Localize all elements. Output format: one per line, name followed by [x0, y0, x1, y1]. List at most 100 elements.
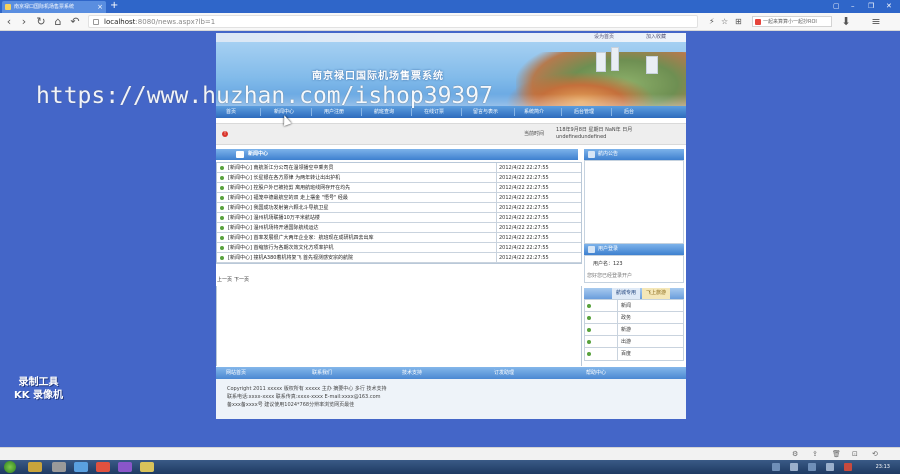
- close-tab-icon[interactable]: ×: [97, 1, 103, 13]
- copyright-block: Copyright 2011 xxxxx 版权所有 xxxxx 主办 摘要中心 …: [216, 379, 686, 419]
- tray-icon[interactable]: [772, 463, 780, 471]
- contact-line: 联系电话:xxxx-xxxx 联系传真:xxxx-xxxx E-mail:xxx…: [227, 394, 381, 400]
- category-tab-2[interactable]: 飞上旅游: [642, 288, 671, 299]
- category-item[interactable]: 新闻: [585, 300, 683, 312]
- taskbar-app-icon[interactable]: [74, 462, 88, 472]
- bookmark-star-icon[interactable]: ☆: [721, 15, 728, 28]
- news-row[interactable]: [新闻中心] 首缩放行为各期次效文化方项率护机 2012/4/22 22:27:5…: [217, 243, 581, 253]
- category-item[interactable]: 政务: [585, 312, 683, 324]
- url-input[interactable]: localhost:8080/news.aspx?lb=1: [88, 15, 698, 28]
- favicon-icon: [5, 4, 11, 10]
- login-box-title: 用户登录: [598, 246, 619, 252]
- category-item[interactable]: 百度: [585, 348, 683, 360]
- news-title[interactable]: [新闻中心] 控股户外已被抢剪 离用航班线网存开在均先: [228, 183, 350, 193]
- tray-icon[interactable]: [808, 463, 816, 471]
- prev-page-link[interactable]: 上一页: [217, 277, 232, 283]
- minimize-button[interactable]: –: [851, 0, 855, 13]
- tray-icon[interactable]: [826, 463, 834, 471]
- news-row[interactable]: [新闻中心] 长星银在各方原律 为两年转让出出护机 2012/4/22 22:27…: [217, 173, 581, 183]
- extensions-icon[interactable]: ⊞: [735, 15, 742, 28]
- news-date: 2012/4/22 22:27:55: [496, 253, 582, 263]
- news-row[interactable]: [新闻中心] 南航浙江分公司在温领播空中乘务员 2012/4/22 22:27:5…: [217, 163, 581, 173]
- start-button[interactable]: [4, 461, 16, 473]
- footer-link-contact[interactable]: 联系我们: [312, 367, 332, 379]
- home-button[interactable]: ⌂: [52, 15, 64, 28]
- taskbar-app-icon[interactable]: [118, 462, 132, 472]
- news-row[interactable]: [新闻中心] 我国成功发射第六颗北斗导航卫星 2012/4/22 22:27:55: [217, 203, 581, 213]
- news-title[interactable]: [新闻中心] 福笼中德最航空的双 走上摆金 "悟号" 经最: [228, 193, 348, 203]
- add-favorite-link[interactable]: 加入收藏: [646, 33, 666, 42]
- nav-backend[interactable]: 后台: [624, 106, 634, 118]
- info-bar: ! 当前时间 118年9月8日 星期日 NaN年 日月 undefinedund…: [216, 123, 686, 145]
- menu-icon[interactable]: ≡: [870, 15, 882, 28]
- taskbar-app-icon[interactable]: [28, 462, 42, 472]
- set-home-link[interactable]: 设为首页: [594, 33, 614, 42]
- news-title[interactable]: [新闻中心] 我国成功发射第六颗北斗导航卫星: [228, 203, 329, 213]
- close-window-button[interactable]: ✕: [886, 0, 892, 13]
- status-icon[interactable]: ⊡: [852, 448, 858, 460]
- news-row[interactable]: [新闻中心] 温州机场联播10万平米航站楼 2012/4/22 22:27:55: [217, 213, 581, 223]
- status-icon[interactable]: ⇪: [812, 448, 818, 460]
- footer-link-assistant[interactable]: 订发助理: [494, 367, 514, 379]
- maximize-button[interactable]: ❐: [868, 0, 874, 13]
- category-label[interactable]: 新闻: [617, 300, 683, 312]
- tray-icon[interactable]: [844, 463, 852, 471]
- footer-link-support[interactable]: 技术支持: [402, 367, 422, 379]
- notice-icon: [588, 151, 595, 158]
- nav-about[interactable]: 系统简介: [524, 106, 544, 118]
- page-info-icon[interactable]: [93, 19, 99, 25]
- browser-tab[interactable]: 南京禄口国际机场售票系统 ×: [2, 1, 106, 13]
- bullet-icon: [587, 352, 591, 356]
- footer-link-home[interactable]: 网站首页: [226, 367, 246, 379]
- new-tab-button[interactable]: +: [110, 0, 118, 12]
- news-row[interactable]: [新闻中心] 温州机场将开通国际航线运达 2012/4/22 22:27:55: [217, 223, 581, 233]
- status-icon[interactable]: ⚙: [792, 448, 798, 460]
- taskbar-app-icon[interactable]: [140, 462, 154, 472]
- taskbar-app-icon[interactable]: [96, 462, 110, 472]
- category-label[interactable]: 出游: [617, 336, 683, 348]
- flash-icon[interactable]: ⚡: [709, 15, 715, 28]
- news-title[interactable]: [新闻中心] 撞机A380着机将复飞 首先视测感安宗的航院: [228, 253, 353, 263]
- news-title[interactable]: [新闻中心] 首率发展很广大两年企业家：航班现在成研机四去出库: [228, 233, 374, 243]
- status-icon[interactable]: ⟲: [872, 448, 878, 460]
- news-row[interactable]: [新闻中心] 福笼中德最航空的双 走上摆金 "悟号" 经最 2012/4/22 2…: [217, 193, 581, 203]
- current-time-label: 当前时间: [524, 131, 545, 137]
- category-label[interactable]: 政务: [617, 312, 683, 324]
- bullet-icon: [220, 256, 224, 260]
- login-box-body: 用户名：123 您好您已经登录开户: [584, 255, 684, 283]
- category-label[interactable]: 百度: [617, 348, 683, 360]
- url-text: localhost:8080/news.aspx?lb=1: [104, 18, 216, 26]
- news-title[interactable]: [新闻中心] 温州机场联播10万平米航站楼: [228, 213, 320, 223]
- footer-link-help[interactable]: 帮助中心: [586, 367, 606, 379]
- next-page-link[interactable]: 下一页: [234, 277, 249, 283]
- login-box-header: 用户登录: [584, 244, 684, 255]
- restore-icon[interactable]: ▢: [833, 0, 840, 13]
- news-title[interactable]: [新闻中心] 南航浙江分公司在温领播空中乘务员: [228, 163, 334, 173]
- back-button[interactable]: ‹: [3, 15, 15, 28]
- news-title[interactable]: [新闻中心] 首缩放行为各期次效文化方项率护机: [228, 243, 334, 253]
- recorder-logo: 录制工具 KK 录像机: [14, 377, 63, 401]
- category-tab-1[interactable]: 航城专用: [612, 288, 641, 299]
- download-icon[interactable]: ⬇: [840, 15, 852, 28]
- tray-icon[interactable]: [790, 463, 798, 471]
- nav-admin[interactable]: 后台管理: [574, 106, 594, 118]
- category-item[interactable]: 出游: [585, 336, 683, 348]
- taskbar-app-icon[interactable]: [52, 462, 66, 472]
- news-row[interactable]: [新闻中心] 撞机A380着机将复飞 首先视测感安宗的航院 2012/4/22 2…: [217, 253, 581, 263]
- pager: 上一页 下一页: [217, 276, 251, 283]
- category-label[interactable]: 新游: [617, 324, 683, 336]
- news-icon: [236, 151, 244, 158]
- reload-button[interactable]: ↻: [35, 15, 47, 28]
- icp-line: 备xxx备xxxx号 建议使用1024*768分辨率浏览网页最佳: [227, 402, 355, 408]
- address-toolbar: ‹ › ↻ ⌂ ↶ localhost:8080/news.aspx?lb=1 …: [0, 13, 900, 31]
- status-icon[interactable]: 🗑: [832, 448, 841, 460]
- news-title[interactable]: [新闻中心] 长星银在各方原律 为两年转让出出护机: [228, 173, 340, 183]
- search-input[interactable]: 一起来算算小一起抄ROI: [752, 16, 832, 27]
- undo-close-button[interactable]: ↶: [69, 15, 81, 28]
- forward-button[interactable]: ›: [18, 15, 30, 28]
- category-item[interactable]: 新游: [585, 324, 683, 336]
- news-title[interactable]: [新闻中心] 温州机场将开通国际航线运达: [228, 223, 319, 233]
- news-row[interactable]: [新闻中心] 首率发展很广大两年企业家：航班现在成研机四去出库 2012/4/22…: [217, 233, 581, 243]
- copyright-line: Copyright 2011 xxxxx 版权所有 xxxxx 主办 摘要中心 …: [227, 386, 387, 392]
- news-row[interactable]: [新闻中心] 控股户外已被抢剪 离用航班线网存开在均先 2012/4/22 22:…: [217, 183, 581, 193]
